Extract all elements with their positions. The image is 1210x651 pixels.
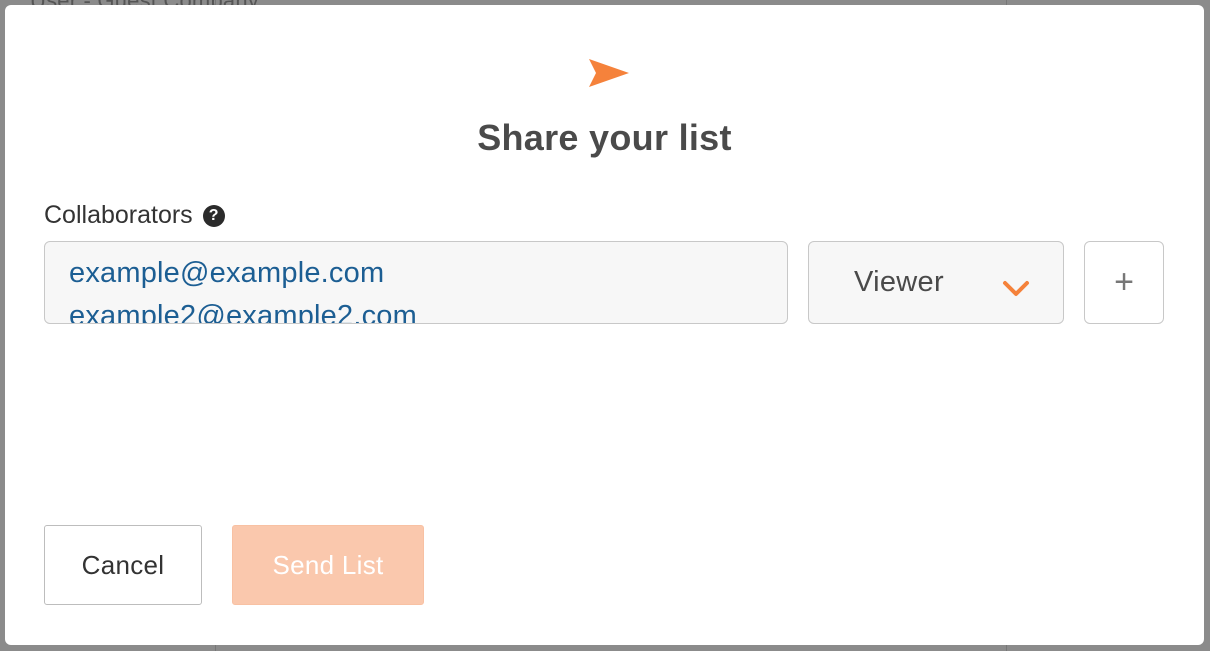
collaborators-label: Collaborators bbox=[44, 201, 193, 229]
send-paper-plane-icon bbox=[589, 59, 629, 87]
collaborator-emails-input[interactable]: example@example.com example2@example2.co… bbox=[44, 241, 788, 324]
modal-title: Share your list bbox=[477, 117, 732, 158]
collaborators-label-row: Collaborators ? bbox=[44, 201, 225, 230]
share-list-modal: Share your list Collaborators ? example@… bbox=[5, 5, 1204, 645]
cancel-button[interactable]: Cancel bbox=[44, 525, 202, 605]
chevron-down-icon bbox=[1003, 281, 1029, 296]
collaborator-email: example@example.com bbox=[69, 257, 385, 289]
role-select-value: Viewer bbox=[854, 266, 944, 298]
question-circle-icon[interactable]: ? bbox=[202, 204, 225, 227]
send-list-button[interactable]: Send List bbox=[232, 525, 424, 605]
add-collaborator-button[interactable]: + bbox=[1084, 241, 1164, 324]
role-select[interactable]: Viewer bbox=[808, 241, 1064, 324]
collaborator-email: example2@example2.com bbox=[69, 300, 417, 324]
